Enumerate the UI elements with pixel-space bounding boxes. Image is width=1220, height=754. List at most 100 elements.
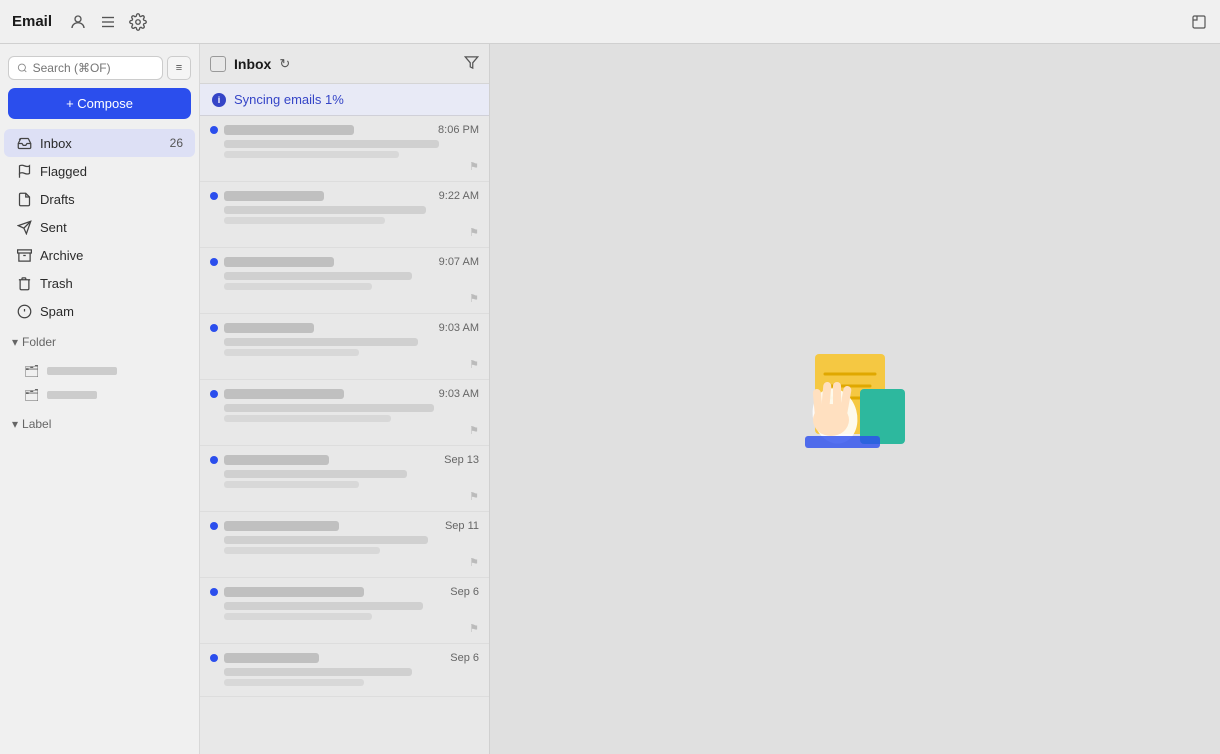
unread-indicator [210,390,218,398]
right-panel [490,44,1220,754]
email-list-header: Inbox ↻ [200,44,489,84]
sender-bar [224,521,339,531]
select-all-checkbox[interactable] [210,56,226,72]
preview-bar [224,151,399,158]
sidebar-item-spam[interactable]: Spam [4,297,195,325]
folder-section-label: Folder [22,335,56,349]
sidebar-item-sent[interactable]: Sent [4,213,195,241]
unread-indicator [210,522,218,530]
search-input-wrap[interactable] [8,56,163,80]
preview-bar [224,547,380,554]
trash-icon [16,275,32,291]
flagged-label: Flagged [40,164,183,179]
inbox-icon [16,135,32,151]
unread-indicator [210,258,218,266]
email-time: 9:03 AM [439,388,479,400]
email-item[interactable]: Sep 11 ⚑ [200,512,489,578]
email-time: 8:06 PM [438,124,479,136]
folder-item-1[interactable]: 🗂 [0,359,199,383]
filter-list-icon[interactable] [464,55,479,73]
search-icon [17,62,28,74]
sender-bar [224,455,329,465]
window-controls [1190,13,1208,31]
preview-bar [224,481,359,488]
unread-indicator [210,324,218,332]
app-title: Email [12,13,52,30]
search-row: ≡ [0,52,199,88]
flag-icon[interactable]: ⚑ [469,622,479,635]
subject-bar [224,404,434,412]
flag-icon[interactable]: ⚑ [469,292,479,305]
inbox-label: Inbox [40,136,162,151]
refresh-icon[interactable]: ↻ [279,56,290,72]
folder-name-bar-2 [47,391,97,399]
folder-item-2[interactable]: 🗂 [0,383,199,407]
contacts-icon[interactable] [68,12,88,32]
email-item[interactable]: 9:03 AM ⚑ [200,380,489,446]
drafts-icon [16,191,32,207]
compose-label: + Compose [66,96,133,111]
compose-button[interactable]: + Compose [8,88,191,119]
sidebar-item-drafts[interactable]: Drafts [4,185,195,213]
email-item[interactable]: Sep 6 [200,644,489,697]
flag-icon [16,163,32,179]
unread-indicator [210,654,218,662]
unread-indicator [210,126,218,134]
folder-section[interactable]: ▾ Folder [12,331,187,353]
folder-icon-2: 🗂 [24,388,39,402]
sync-text: Syncing emails 1% [234,92,344,107]
spam-label: Spam [40,304,183,319]
email-item[interactable]: 9:22 AM ⚑ [200,182,489,248]
email-item[interactable]: Sep 6 ⚑ [200,578,489,644]
sender-bar [224,389,344,399]
flag-icon[interactable]: ⚑ [469,358,479,371]
sidebar-item-inbox[interactable]: Inbox 26 [4,129,195,157]
subject-bar [224,206,426,214]
header-icons [68,12,148,32]
sender-bar [224,587,364,597]
flag-icon[interactable]: ⚑ [469,424,479,437]
sent-label: Sent [40,220,183,235]
unread-indicator [210,456,218,464]
spam-icon [16,303,32,319]
sender-bar [224,125,354,135]
trash-label: Trash [40,276,183,291]
sync-banner: i Syncing emails 1% [200,84,489,116]
flag-icon[interactable]: ⚑ [469,160,479,173]
email-item[interactable]: 9:03 AM ⚑ [200,314,489,380]
preview-bar [224,679,364,686]
flag-icon[interactable]: ⚑ [469,226,479,239]
window-resize-icon[interactable] [1190,13,1208,31]
sidebar-item-archive[interactable]: Archive [4,241,195,269]
sidebar-item-trash[interactable]: Trash [4,269,195,297]
flag-icon[interactable]: ⚑ [469,556,479,569]
search-input[interactable] [33,61,154,75]
email-item[interactable]: Sep 13 ⚑ [200,446,489,512]
preview-bar [224,613,372,620]
email-item[interactable]: 8:06 PM ⚑ [200,116,489,182]
sent-icon [16,219,32,235]
subject-bar [224,536,428,544]
email-time: 9:03 AM [439,322,479,334]
sidebar-item-flagged[interactable]: Flagged [4,157,195,185]
email-time: Sep 13 [444,454,479,466]
email-list-panel: Inbox ↻ i Syncing emails 1% 8:06 PM [200,44,490,754]
flag-icon[interactable]: ⚑ [469,490,479,503]
filter-button[interactable]: ≡ [167,56,191,80]
subject-bar [224,602,423,610]
email-item[interactable]: 9:07 AM ⚑ [200,248,489,314]
folder-chevron: ▾ [12,335,18,349]
email-list: 8:06 PM ⚑ 9:22 AM ⚑ [200,116,489,754]
sender-bar [224,323,314,333]
preview-bar [224,349,359,356]
folder-icon-1: 🗂 [24,364,39,378]
preview-bar [224,415,391,422]
sender-bar [224,653,319,663]
subject-bar [224,140,439,148]
settings-icon[interactable] [128,12,148,32]
list-icon[interactable] [98,12,118,32]
label-section[interactable]: ▾ Label [12,413,187,435]
unread-indicator [210,192,218,200]
app-header: Email [0,0,1220,44]
filter-icon: ≡ [176,62,182,74]
